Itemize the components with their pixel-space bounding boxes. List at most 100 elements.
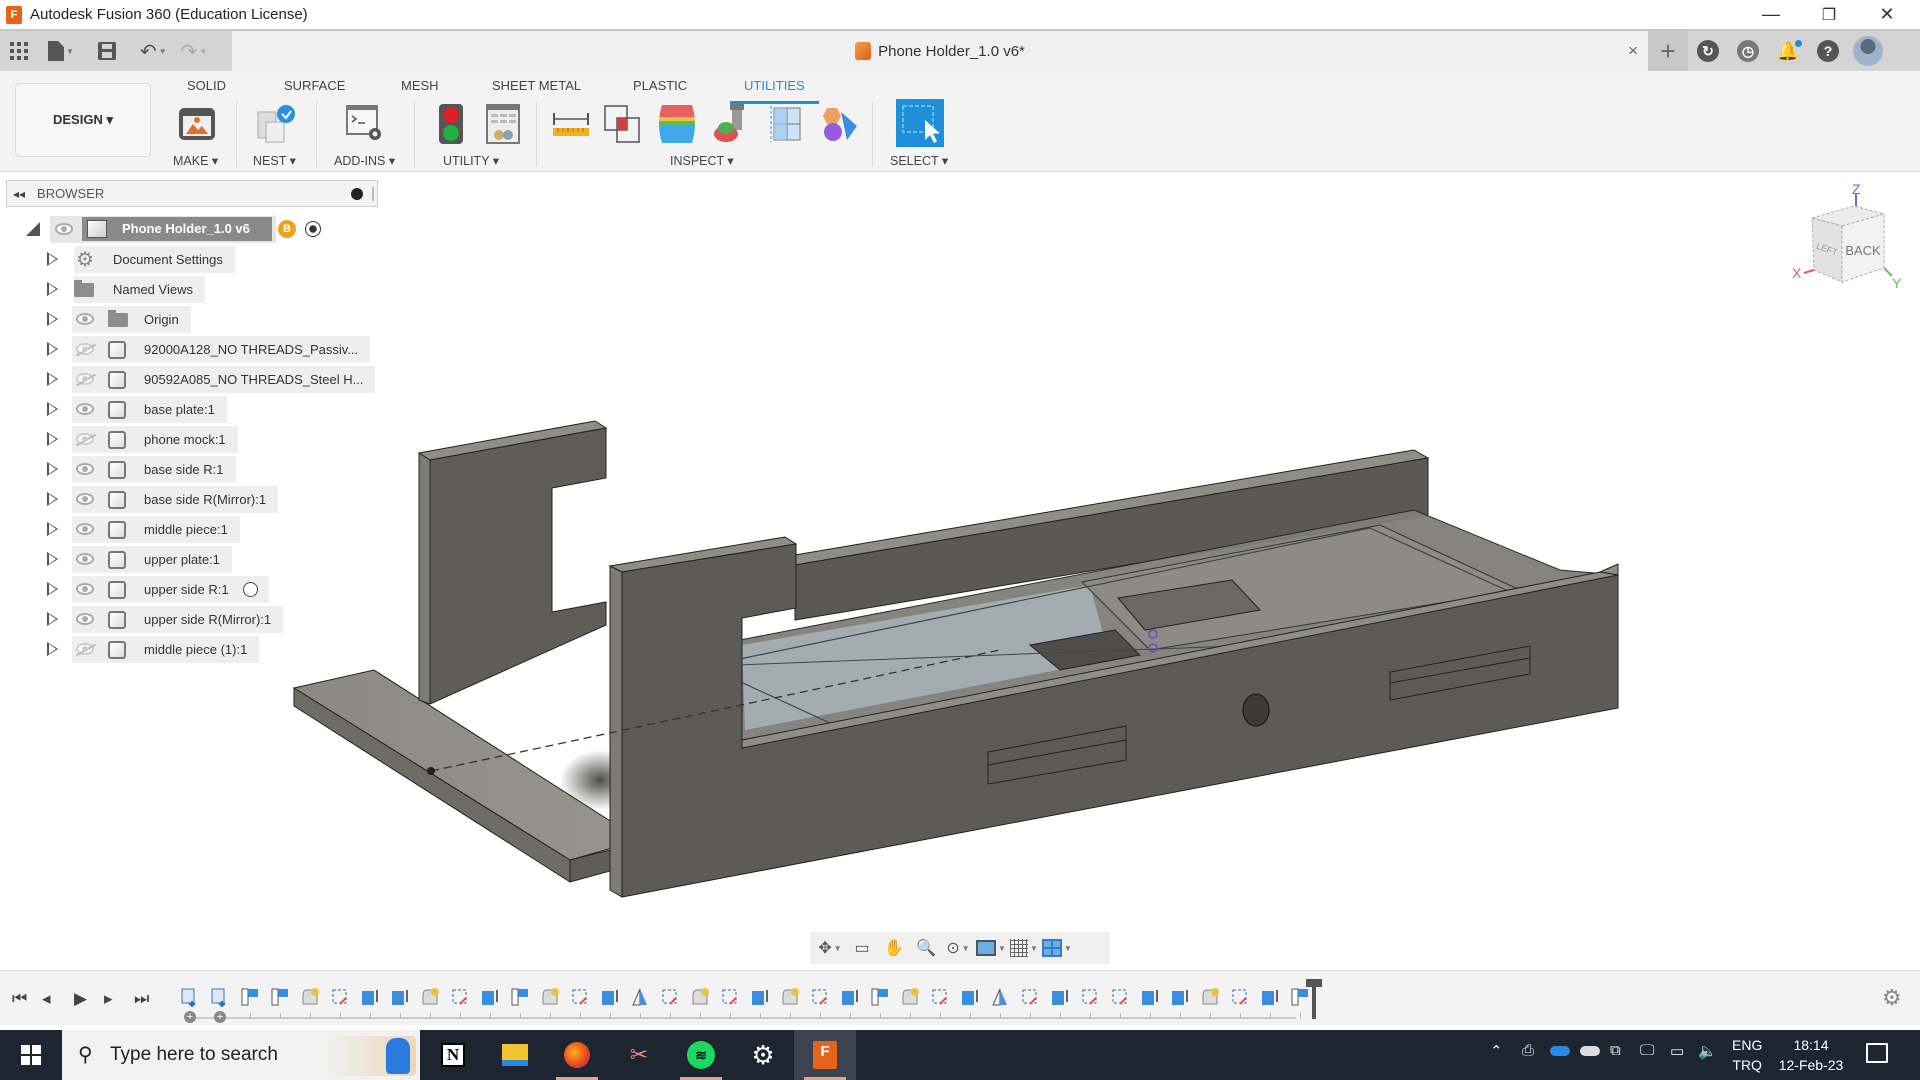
display-settings-button[interactable]: ▼	[976, 935, 1006, 961]
battery-icon[interactable]: ▭	[1670, 1042, 1684, 1060]
clock[interactable]: 18:14 12-Feb-23	[1776, 1035, 1846, 1075]
timeline-feature-component[interactable]	[210, 987, 230, 1008]
timeline-feature-component[interactable]	[180, 987, 200, 1008]
timeline-feature-offset-plane[interactable]	[570, 987, 590, 1007]
visibility-eye-icon[interactable]	[76, 553, 94, 565]
timeline-feature-offset-plane[interactable]	[1080, 987, 1100, 1007]
timeline-first-button[interactable]: ⏮	[12, 989, 27, 1009]
timeline-next-button[interactable]: ▸	[104, 989, 113, 1009]
timeline-feature-offset-plane[interactable]	[450, 987, 470, 1007]
timeline-settings-button[interactable]: ⚙	[1882, 985, 1902, 1011]
hidden-eye-icon[interactable]	[76, 373, 94, 385]
onedrive-personal-icon[interactable]	[1580, 1042, 1600, 1060]
measure-button[interactable]	[550, 103, 592, 145]
taskbar-app-snipping-tool[interactable]: ✂	[608, 1030, 670, 1080]
activate-radio-icon[interactable]	[243, 582, 258, 597]
action-center-button[interactable]	[1866, 1043, 1888, 1063]
browser-item[interactable]: ⚙ Document Settings	[0, 246, 382, 274]
expand-arrow-icon[interactable]	[47, 432, 58, 446]
close-window-button[interactable]: ✕	[1858, 0, 1916, 29]
browser-item[interactable]: middle piece:1	[0, 516, 382, 544]
tab-solid[interactable]: SOLID	[187, 74, 226, 98]
group-select[interactable]: SELECT ▾	[890, 153, 948, 168]
notifications-button[interactable]: 🔔	[1768, 31, 1808, 71]
browser-item[interactable]: Origin	[0, 306, 382, 334]
group-add-ins[interactable]: ADD-INS ▾	[334, 153, 395, 168]
document-tab[interactable]: Phone Holder_1.0 v6* ×	[232, 31, 1648, 71]
timeline-feature-offset-plane[interactable]	[810, 987, 830, 1007]
timeline-feature-fillet[interactable]	[300, 987, 320, 1007]
timeline-feature-extrude[interactable]	[480, 987, 500, 1007]
browser-item[interactable]: base side R(Mirror):1	[0, 486, 382, 514]
timeline-feature-offset-plane[interactable]	[660, 987, 680, 1007]
timeline-play-button[interactable]: ▶	[74, 989, 87, 1009]
timeline-feature-extrude[interactable]	[1260, 987, 1280, 1007]
browser-item[interactable]: middle piece (1):1	[0, 636, 382, 664]
timeline-feature-fillet[interactable]	[420, 987, 440, 1007]
restore-button[interactable]: ❐	[1800, 0, 1858, 29]
select-button[interactable]	[896, 99, 944, 147]
timeline-feature-fillet[interactable]	[780, 987, 800, 1007]
visibility-eye-icon[interactable]	[76, 613, 94, 625]
visibility-eye-icon[interactable]	[76, 313, 94, 325]
file-menu-button[interactable]: ▼	[48, 38, 74, 64]
language-indicator[interactable]: ENG TRQ	[1732, 1035, 1762, 1075]
timeline-feature-extrude[interactable]	[840, 987, 860, 1007]
remote-desktop-icon[interactable]: ⧉	[1610, 1042, 1621, 1059]
extensions-button[interactable]: ↻	[1688, 31, 1728, 71]
expand-arrow-icon[interactable]	[47, 552, 58, 566]
visibility-eye-icon[interactable]	[76, 583, 94, 595]
save-button[interactable]	[97, 38, 116, 64]
expand-arrow-icon[interactable]	[47, 282, 58, 296]
timeline-feature-extrude[interactable]	[960, 987, 980, 1007]
timeline-feature-sketch[interactable]	[510, 987, 530, 1007]
expand-arrow-icon[interactable]	[47, 492, 58, 506]
timeline-previous-button[interactable]: ◂	[42, 989, 51, 1009]
3d-print-button[interactable]	[176, 103, 218, 145]
visibility-eye-icon[interactable]	[55, 223, 73, 235]
tab-utilities[interactable]: UTILITIES	[730, 74, 819, 104]
tray-camera-icon[interactable]: ⎙	[1522, 1042, 1534, 1059]
timeline-feature-extrude[interactable]	[750, 987, 770, 1007]
timeline-feature-sketch[interactable]	[1290, 987, 1310, 1007]
workspace-switcher[interactable]: DESIGN ▾	[15, 83, 151, 157]
nest-button[interactable]	[255, 103, 297, 145]
start-button[interactable]	[0, 1030, 62, 1080]
taskbar-app-notion[interactable]: N	[422, 1030, 484, 1080]
timeline-marker[interactable]	[1306, 979, 1322, 1019]
timeline-feature-fillet[interactable]	[540, 987, 560, 1007]
browser-item[interactable]: upper plate:1	[0, 546, 382, 574]
taskbar-search-box[interactable]: ⚲ Type here to search	[62, 1030, 420, 1080]
browser-pin-icon[interactable]	[351, 188, 363, 200]
hidden-eye-icon[interactable]	[76, 343, 94, 355]
browser-item[interactable]: 90592A085_NO THREADS_Steel H...	[0, 366, 382, 394]
visibility-eye-icon[interactable]	[76, 493, 94, 505]
browser-item[interactable]: upper side R(Mirror):1	[0, 606, 382, 634]
expand-arrow-icon[interactable]	[47, 252, 58, 266]
expand-arrow-icon[interactable]	[47, 522, 58, 536]
taskbar-app-file-explorer[interactable]	[484, 1030, 546, 1080]
timeline-feature-extrude[interactable]	[1170, 987, 1190, 1007]
browser-root[interactable]: Phone Holder_1.0 v6 B	[0, 216, 382, 244]
tray-overflow-icon[interactable]: ⌃	[1490, 1042, 1503, 1060]
timeline-group-plus-icon[interactable]: +	[214, 1011, 226, 1023]
expand-arrow-icon[interactable]	[47, 612, 58, 626]
timeline-feature-extrude[interactable]	[390, 987, 410, 1007]
tab-surface[interactable]: SURFACE	[284, 74, 345, 98]
timeline-feature-offset-plane[interactable]	[720, 987, 740, 1007]
parameters-table-button[interactable]	[482, 103, 524, 145]
expand-arrow-icon[interactable]	[47, 402, 58, 416]
tab-plastic[interactable]: PLASTIC	[633, 74, 687, 98]
hidden-eye-icon[interactable]	[76, 643, 94, 655]
taskbar-app-spotify[interactable]: ≋	[670, 1030, 732, 1080]
hidden-eye-icon[interactable]	[76, 433, 94, 445]
draft-analysis-button[interactable]	[710, 103, 752, 145]
timeline-feature-fillet[interactable]	[1200, 987, 1220, 1007]
taskbar-app-settings[interactable]: ⚙	[732, 1030, 794, 1080]
timeline-feature-offset-plane[interactable]	[1020, 987, 1040, 1007]
visibility-eye-icon[interactable]	[76, 403, 94, 415]
visibility-eye-icon[interactable]	[76, 463, 94, 475]
expand-arrow-icon[interactable]	[47, 582, 58, 596]
look-at-button[interactable]: ▭	[848, 935, 876, 961]
tab-mesh[interactable]: MESH	[401, 74, 439, 98]
